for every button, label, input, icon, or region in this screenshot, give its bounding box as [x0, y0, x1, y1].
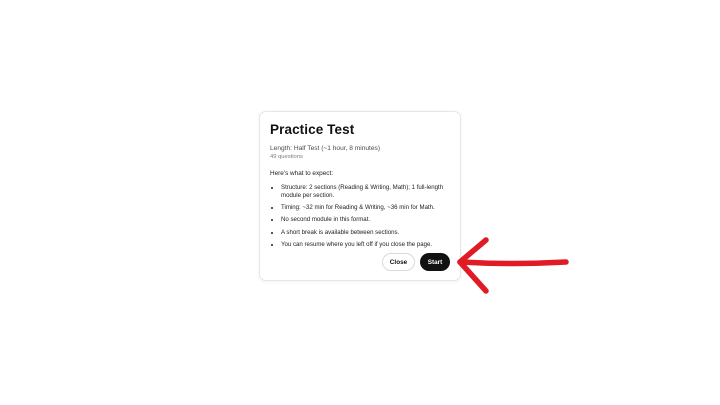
expectations-list: Structure: 2 sections (Reading & Writing…: [270, 184, 450, 249]
question-count: 49 questions: [270, 154, 303, 160]
practice-test-dialog: Practice Test Length: Half Test (~1 hour…: [259, 111, 461, 281]
arrow-shaft: [457, 259, 569, 267]
arrow-head-upper: [457, 237, 489, 265]
list-item: Structure: 2 sections (Reading & Writing…: [281, 184, 450, 201]
expect-heading: Here's what to expect:: [270, 170, 334, 177]
dialog-title: Practice Test: [270, 122, 355, 137]
test-length: Length: Half Test (~1 hour, 8 minutes): [270, 145, 381, 152]
list-item: Timing: ~32 min for Reading & Writing, ~…: [281, 204, 450, 212]
start-button[interactable]: Start: [420, 253, 450, 271]
arrow-head-lower: [457, 259, 489, 294]
list-item: No second module in this format.: [281, 216, 450, 224]
list-item: A short break is available between secti…: [281, 229, 450, 237]
list-item: You can resume where you left off if you…: [281, 241, 450, 249]
page: Practice Test Length: Half Test (~1 hour…: [0, 0, 720, 405]
close-button[interactable]: Close: [382, 253, 415, 271]
dialog-actions: Close Start: [382, 253, 450, 271]
